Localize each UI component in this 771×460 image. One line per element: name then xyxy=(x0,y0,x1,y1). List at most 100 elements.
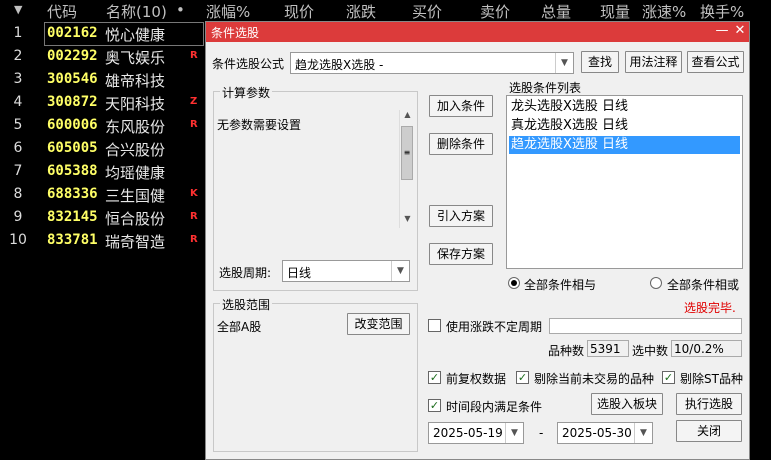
exclude-st-checkbox[interactable]: ✓ xyxy=(662,371,675,384)
radio-and[interactable] xyxy=(508,277,520,289)
chevron-down-icon[interactable]: ▼ xyxy=(391,261,409,281)
condition-item[interactable]: 真龙选股X选股 日线 xyxy=(509,117,740,135)
delete-condition-button[interactable]: 删除条件 xyxy=(429,133,493,155)
scroll-thumb[interactable]: ≡ xyxy=(401,126,413,180)
row-index: 4 xyxy=(13,94,23,110)
stock-flag: K xyxy=(190,188,198,199)
stock-code: 002292 xyxy=(47,48,98,64)
condition-list[interactable]: 龙头选股X选股 日线 真龙选股X选股 日线 趋龙选股X选股 日线 xyxy=(506,95,743,269)
stock-code: 300872 xyxy=(47,94,98,110)
execute-select-button[interactable]: 执行选股 xyxy=(676,393,742,415)
stock-name: 悦心健康 xyxy=(105,26,166,44)
count-value: 5391 xyxy=(590,342,621,356)
condition-list-label: 选股条件列表 xyxy=(509,81,582,95)
range-value: 全部A股 xyxy=(217,320,262,334)
col-dot: • xyxy=(176,1,185,19)
row-index: 5 xyxy=(13,117,23,133)
exclude-untraded-label: 剔除当前未交易的品种 xyxy=(534,372,655,386)
params-group: 计算参数 无参数需要设置 ▲ ≡ ▼ 选股周期: 日线 ▼ xyxy=(213,84,418,291)
uncertain-period-field[interactable] xyxy=(549,318,742,334)
selected-label: 选中数 xyxy=(632,344,669,358)
stock-name: 东风股份 xyxy=(105,118,166,136)
change-range-button[interactable]: 改变范围 xyxy=(347,313,410,335)
range-group-title: 选股范围 xyxy=(220,296,273,313)
date-from-value: 2025-05-19 xyxy=(433,426,503,440)
table-header: ▼ 代码 名称(10) • 涨幅% 现价 涨跌 买价 卖价 总量 现量 涨速% … xyxy=(0,0,771,22)
row-index: 6 xyxy=(13,140,23,156)
date-separator: - xyxy=(539,426,544,440)
col-code[interactable]: 代码 xyxy=(47,1,77,22)
stock-code: 688336 xyxy=(47,186,98,202)
chevron-down-icon[interactable]: ▼ xyxy=(634,423,652,443)
selected-value: 10/0.2% xyxy=(674,342,724,356)
save-scheme-button[interactable]: 保存方案 xyxy=(429,243,493,265)
stock-code: 833781 xyxy=(47,232,98,248)
stock-name: 天阳科技 xyxy=(105,95,166,113)
params-group-title: 计算参数 xyxy=(220,84,273,101)
usage-notes-button[interactable]: 用法注释 xyxy=(625,51,682,73)
date-to-picker[interactable]: 2025-05-30 ▼ xyxy=(557,422,653,444)
col-ask[interactable]: 卖价 xyxy=(480,1,510,22)
row-index: 7 xyxy=(13,163,23,179)
radio-or-label: 全部条件相或 xyxy=(667,278,740,292)
formula-label: 条件选股公式 xyxy=(212,57,285,71)
condition-item[interactable]: 龙头选股X选股 日线 xyxy=(509,98,740,116)
exclude-st-label: 剔除ST品种 xyxy=(680,372,743,386)
stock-code: 605005 xyxy=(47,140,98,156)
col-change-pct[interactable]: 涨幅% xyxy=(206,1,250,22)
col-turnover[interactable]: 换手% xyxy=(700,1,744,22)
stock-code: 605388 xyxy=(47,163,98,179)
chevron-down-icon[interactable]: ▼ xyxy=(505,423,523,443)
stock-name: 雄帝科技 xyxy=(105,72,166,90)
stock-name: 奥飞娱乐 xyxy=(105,49,166,67)
prerights-label: 前复权数据 xyxy=(446,372,507,386)
radio-and-label: 全部条件相与 xyxy=(524,278,597,292)
chevron-down-icon[interactable]: ▼ xyxy=(555,53,573,73)
count-field: 5391 xyxy=(587,340,629,357)
stock-name: 恒合股份 xyxy=(105,210,166,228)
params-scrollbar[interactable]: ▲ ≡ ▼ xyxy=(399,110,415,228)
dialog-title: 条件选股 xyxy=(211,26,260,40)
uncertain-period-checkbox[interactable] xyxy=(428,319,441,332)
stock-code: 832145 xyxy=(47,209,98,225)
close-icon[interactable]: ✕ xyxy=(732,23,748,38)
col-price[interactable]: 现价 xyxy=(284,1,314,22)
col-speed[interactable]: 涨速% xyxy=(642,1,686,22)
close-button[interactable]: 关闭 xyxy=(676,420,742,442)
add-condition-button[interactable]: 加入条件 xyxy=(429,95,493,117)
stock-name: 三生国健 xyxy=(105,187,166,205)
scroll-down-icon[interactable]: ▼ xyxy=(400,214,415,228)
time-range-checkbox[interactable]: ✓ xyxy=(428,399,441,412)
stock-code: 600006 xyxy=(47,117,98,133)
col-bid[interactable]: 买价 xyxy=(412,1,442,22)
period-value: 日线 xyxy=(287,266,312,280)
select-to-block-button[interactable]: 选股入板块 xyxy=(591,393,663,415)
col-volume[interactable]: 总量 xyxy=(541,1,571,22)
stock-flag: R xyxy=(190,234,198,245)
selected-field: 10/0.2% xyxy=(671,340,742,357)
col-change[interactable]: 涨跌 xyxy=(346,1,376,22)
stock-code: 002162 xyxy=(47,25,98,41)
formula-select[interactable]: 趋龙选股X选股 - ▼ xyxy=(290,52,574,74)
prerights-checkbox[interactable]: ✓ xyxy=(428,371,441,384)
search-button[interactable]: 查找 xyxy=(581,51,619,73)
stock-flag: R xyxy=(190,50,198,61)
radio-or[interactable] xyxy=(650,277,662,289)
view-formula-button[interactable]: 查看公式 xyxy=(687,51,744,73)
col-cur-volume[interactable]: 现量 xyxy=(600,1,630,22)
scroll-up-icon[interactable]: ▲ xyxy=(400,110,415,124)
minimize-icon[interactable]: — xyxy=(714,23,730,38)
condition-item[interactable]: 趋龙选股X选股 日线 xyxy=(509,136,740,154)
date-from-picker[interactable]: 2025-05-19 ▼ xyxy=(428,422,524,444)
row-index: 8 xyxy=(13,186,23,202)
time-range-label: 时间段内满足条件 xyxy=(446,400,543,414)
uncertain-period-label: 使用涨跌不定周期 xyxy=(446,320,543,334)
col-name[interactable]: 名称(10) xyxy=(106,1,167,22)
exclude-untraded-checkbox[interactable]: ✓ xyxy=(516,371,529,384)
sort-arrow-icon[interactable]: ▼ xyxy=(14,3,22,16)
date-to-value: 2025-05-30 xyxy=(562,426,632,440)
dialog-titlebar[interactable]: 条件选股 — ✕ xyxy=(206,22,749,42)
import-scheme-button[interactable]: 引入方案 xyxy=(429,205,493,227)
period-select[interactable]: 日线 ▼ xyxy=(282,260,410,282)
stock-name: 合兴股份 xyxy=(105,141,166,159)
